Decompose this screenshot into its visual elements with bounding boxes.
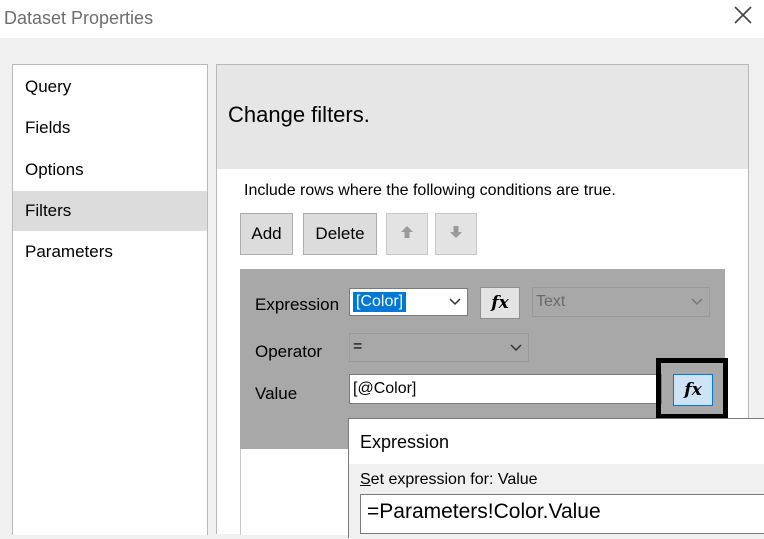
expression-dialog-body: Set expression for: Value =Parameters!Co… bbox=[349, 464, 764, 539]
value-input[interactable]: [@Color] bbox=[349, 374, 662, 404]
operator-value: = bbox=[353, 338, 363, 355]
value-label: Value bbox=[255, 384, 298, 403]
page-title: Change filters. bbox=[228, 102, 370, 127]
sidebar-item-fields[interactable]: Fields bbox=[13, 108, 207, 148]
chevron-down-icon bbox=[691, 293, 703, 311]
set-expression-label-text: et expression for: Value bbox=[370, 471, 538, 488]
add-button[interactable]: Add bbox=[240, 213, 293, 255]
expression-label: Expression bbox=[255, 295, 340, 314]
expression-selected-text: [Color] bbox=[353, 292, 407, 312]
type-combo[interactable]: Text bbox=[532, 287, 710, 317]
expression-dialog: Expression Set expression for: Value =Pa… bbox=[348, 418, 764, 539]
expression-dialog-title: Expression bbox=[360, 432, 450, 452]
sidebar-nav: Query Fields Options Filters Parameters bbox=[12, 64, 208, 535]
move-up-button[interactable] bbox=[386, 213, 428, 255]
expression-combo[interactable]: [Color] bbox=[349, 288, 468, 316]
expression-fx-button[interactable]: fx bbox=[480, 287, 520, 319]
page-header: Change filters. bbox=[217, 65, 748, 169]
sidebar-item-query[interactable]: Query bbox=[13, 67, 207, 107]
arrow-up-icon bbox=[400, 224, 414, 244]
delete-button[interactable]: Delete bbox=[303, 213, 377, 255]
move-down-button[interactable] bbox=[435, 213, 477, 255]
expression-editor[interactable]: =Parameters!Color.Value bbox=[360, 494, 764, 534]
close-button[interactable] bbox=[728, 2, 758, 32]
fx-icon: fx bbox=[491, 293, 509, 313]
chevron-down-icon bbox=[449, 293, 461, 311]
operator-label: Operator bbox=[255, 342, 323, 361]
window-title: Dataset Properties bbox=[4, 8, 154, 28]
expression-dialog-titlebar: Expression bbox=[349, 419, 764, 464]
set-expression-label: Set expression for: Value bbox=[360, 471, 538, 489]
close-icon bbox=[733, 5, 753, 30]
value-fx-button[interactable]: fx bbox=[673, 374, 713, 406]
sidebar-item-options[interactable]: Options bbox=[13, 150, 207, 190]
window-titlebar: Dataset Properties bbox=[0, 0, 764, 38]
sidebar-item-filters[interactable]: Filters bbox=[13, 191, 207, 231]
set-expression-accesskey: S bbox=[360, 471, 371, 488]
operator-combo[interactable]: = bbox=[349, 333, 529, 362]
chevron-down-icon bbox=[510, 339, 522, 357]
sidebar-item-parameters[interactable]: Parameters bbox=[13, 232, 207, 272]
value-text: [@Color] bbox=[353, 380, 417, 397]
arrow-down-icon bbox=[449, 224, 463, 244]
type-value: Text bbox=[536, 293, 566, 310]
fx-icon: fx bbox=[684, 380, 702, 400]
filter-instruction: Include rows where the following conditi… bbox=[244, 182, 616, 199]
